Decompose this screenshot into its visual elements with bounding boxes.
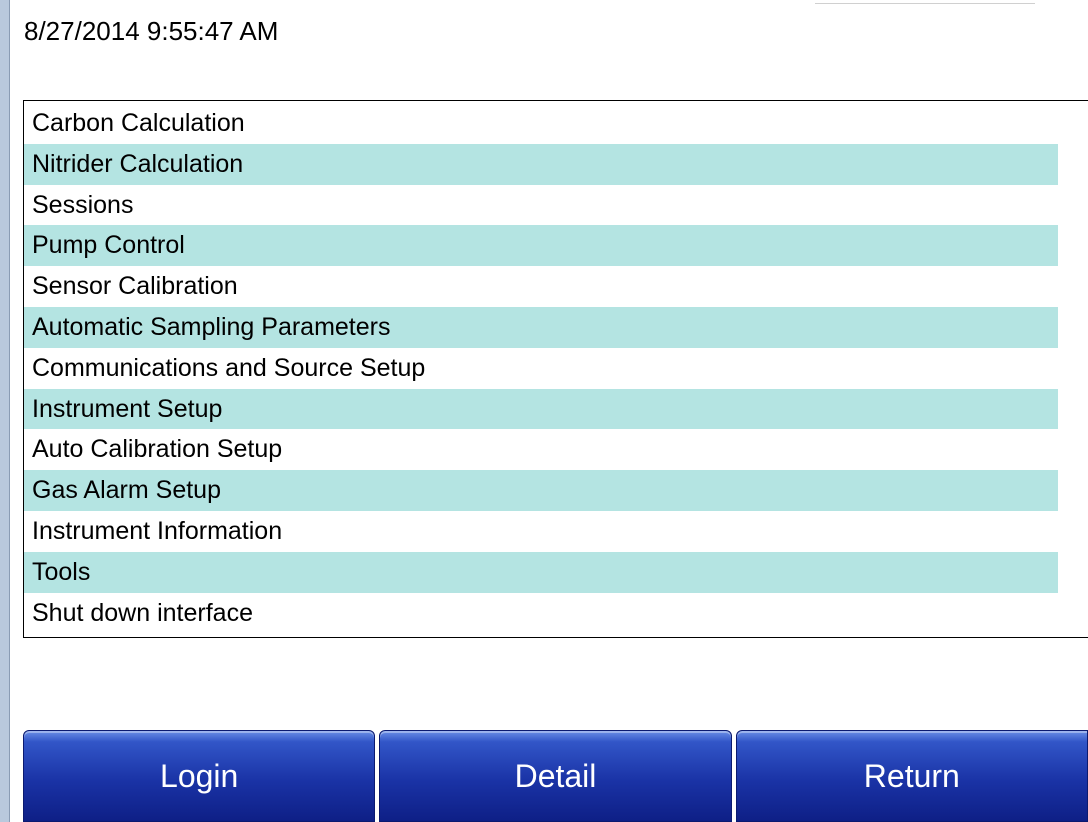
- menu-item-instrument-information[interactable]: Instrument Information: [24, 511, 1088, 552]
- menu-item-nitrider-calculation[interactable]: Nitrider Calculation: [24, 143, 1058, 185]
- menu-item-gas-alarm-setup[interactable]: Gas Alarm Setup: [24, 470, 1058, 511]
- menu-item-sensor-calibration[interactable]: Sensor Calibration: [24, 266, 1088, 307]
- return-button[interactable]: Return: [735, 730, 1088, 822]
- timestamp: 8/27/2014 9:55:47 AM: [24, 16, 279, 46]
- menu-item-automatic-sampling-parameters[interactable]: Automatic Sampling Parameters: [24, 306, 1058, 348]
- menu-item-auto-calibration-setup[interactable]: Auto Calibration Setup: [24, 429, 1088, 470]
- button-bar: Login Detail Return: [23, 730, 1088, 822]
- menu-item-pump-control[interactable]: Pump Control: [24, 225, 1058, 267]
- menu-item-carbon-calculation[interactable]: Carbon Calculation: [24, 103, 1088, 144]
- screen: 8/27/2014 9:55:47 AM Carbon Calculation …: [0, 0, 1088, 822]
- menu-item-tools[interactable]: Tools: [24, 551, 1058, 593]
- detail-button[interactable]: Detail: [379, 730, 732, 822]
- menu-list[interactable]: Carbon Calculation Nitrider Calculation …: [23, 100, 1088, 638]
- top-divider: [815, 0, 1035, 4]
- menu-item-instrument-setup[interactable]: Instrument Setup: [24, 388, 1058, 430]
- login-button[interactable]: Login: [23, 730, 376, 822]
- window-left-border: [0, 0, 10, 822]
- menu-item-communications-source-setup[interactable]: Communications and Source Setup: [24, 348, 1088, 389]
- menu-item-shut-down-interface[interactable]: Shut down interface: [24, 593, 1088, 634]
- menu-item-sessions[interactable]: Sessions: [24, 185, 1088, 226]
